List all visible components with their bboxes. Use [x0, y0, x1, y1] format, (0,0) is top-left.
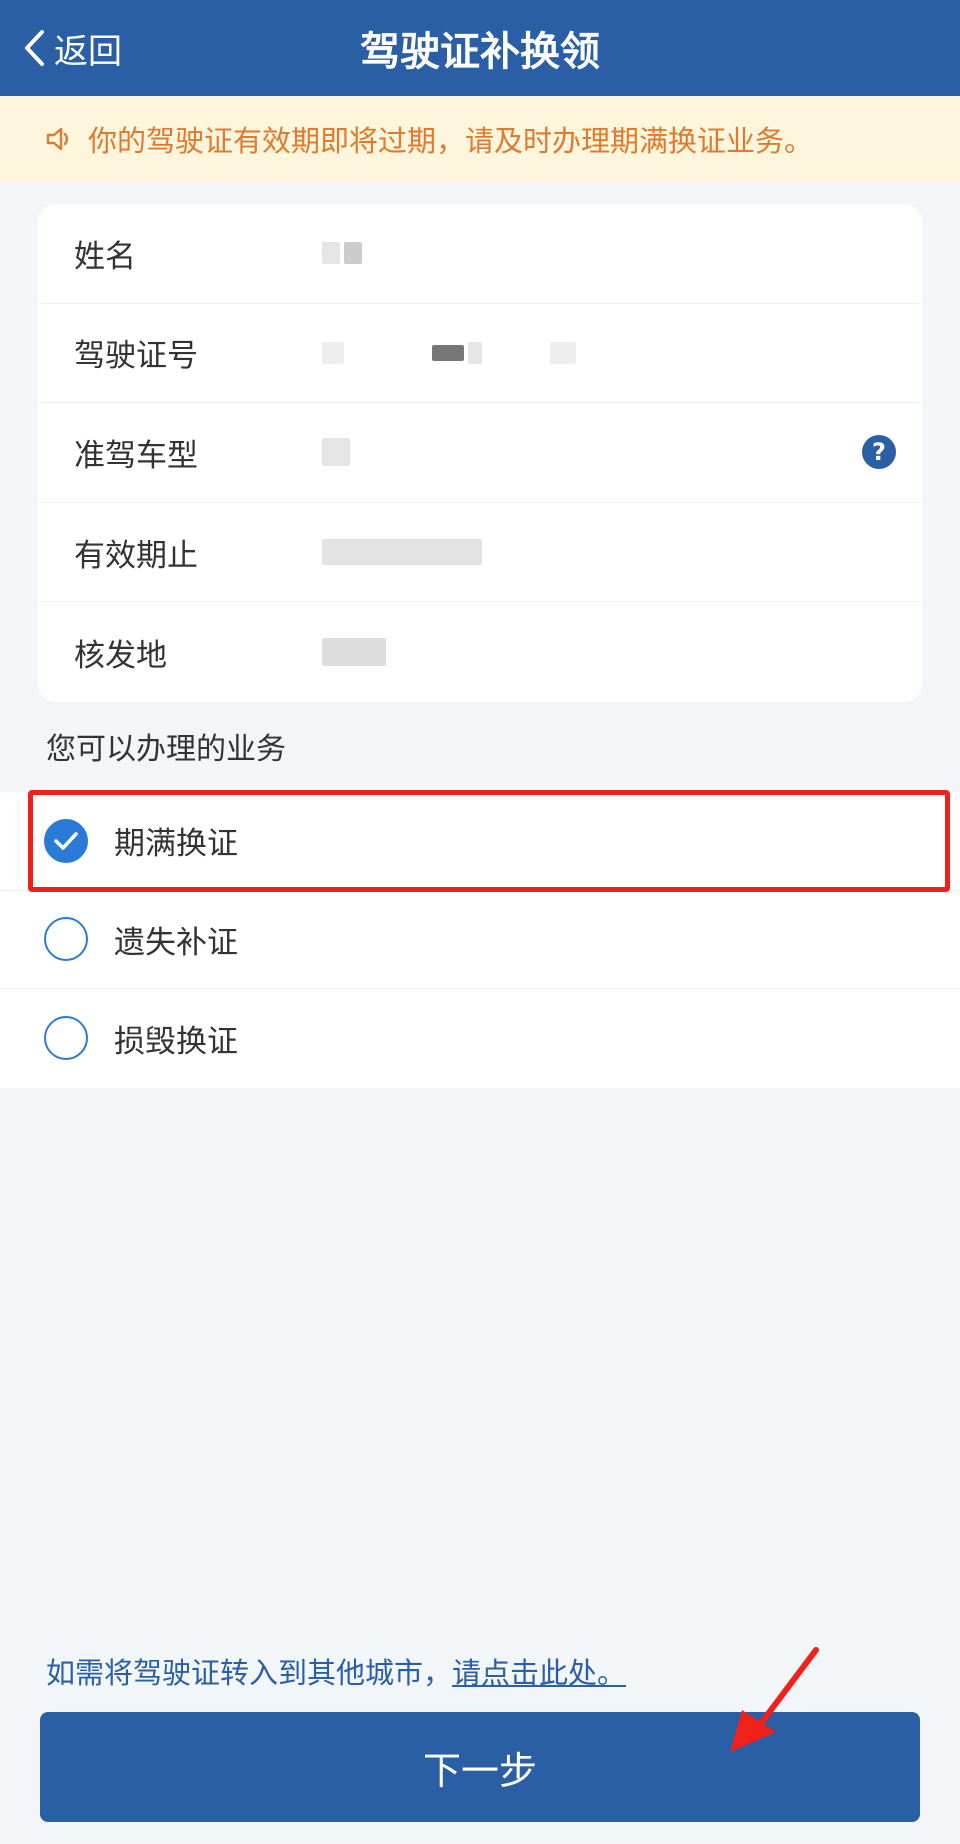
next-step-button[interactable]: 下一步	[40, 1712, 920, 1822]
option-lost-replacement[interactable]: 遗失补证	[0, 891, 960, 990]
transfer-link[interactable]: 请点击此处。	[452, 1656, 626, 1690]
option-damaged-replacement[interactable]: 损毁换证	[0, 989, 960, 1088]
option-renewal[interactable]: 期满换证	[0, 792, 960, 891]
transfer-hint: 如需将驾驶证转入到其他城市，请点击此处。	[46, 1650, 626, 1692]
info-row-vehicle-class: 准驾车型 ?	[38, 403, 922, 503]
back-button[interactable]: 返回	[22, 22, 122, 74]
vehicle-class-redacted	[322, 438, 350, 467]
option-label: 期满换证	[114, 826, 238, 863]
page-title: 驾驶证补换领	[360, 29, 600, 75]
top-bar: 返回 驾驶证补换领	[0, 0, 960, 96]
speaker-icon	[44, 124, 74, 154]
info-label: 核发地	[74, 637, 167, 674]
info-row-issuing-place: 核发地	[38, 602, 922, 702]
info-row-license-number: 驾驶证号	[38, 304, 922, 404]
info-row-name: 姓名	[38, 204, 922, 304]
issuing-place-redacted	[322, 638, 386, 667]
chevron-left-icon	[25, 30, 44, 66]
notice-text: 你的驾驶证有效期即将过期，请及时办理期满换证业务。	[88, 124, 814, 158]
info-row-expiry: 有效期止	[38, 503, 922, 603]
name-value-redacted	[322, 242, 362, 265]
transfer-text: 如需将驾驶证转入到其他城市，	[46, 1656, 453, 1690]
radio-unchecked[interactable]	[44, 1016, 88, 1061]
info-label: 姓名	[74, 238, 136, 275]
service-options: 期满换证 遗失补证 损毁换证	[0, 792, 960, 1088]
back-label: 返回	[54, 31, 122, 72]
info-label: 驾驶证号	[74, 338, 198, 375]
option-label: 遗失补证	[114, 924, 238, 961]
expiry-notice: 你的驾驶证有效期即将过期，请及时办理期满换证业务。	[0, 96, 960, 182]
license-number-redacted	[322, 341, 576, 364]
info-label: 有效期止	[74, 537, 198, 574]
radio-unchecked[interactable]	[44, 917, 88, 962]
services-title: 您可以办理的业务	[46, 732, 286, 767]
option-label: 损毁换证	[114, 1023, 238, 1060]
check-icon	[54, 832, 78, 850]
radio-checked[interactable]	[44, 818, 88, 863]
help-icon[interactable]: ?	[862, 435, 896, 470]
expiry-value-redacted	[322, 539, 482, 566]
info-label: 准驾车型	[74, 437, 198, 474]
license-info-card: 姓名 驾驶证号 准驾车型 ? 有效期止 核发地	[38, 204, 922, 702]
